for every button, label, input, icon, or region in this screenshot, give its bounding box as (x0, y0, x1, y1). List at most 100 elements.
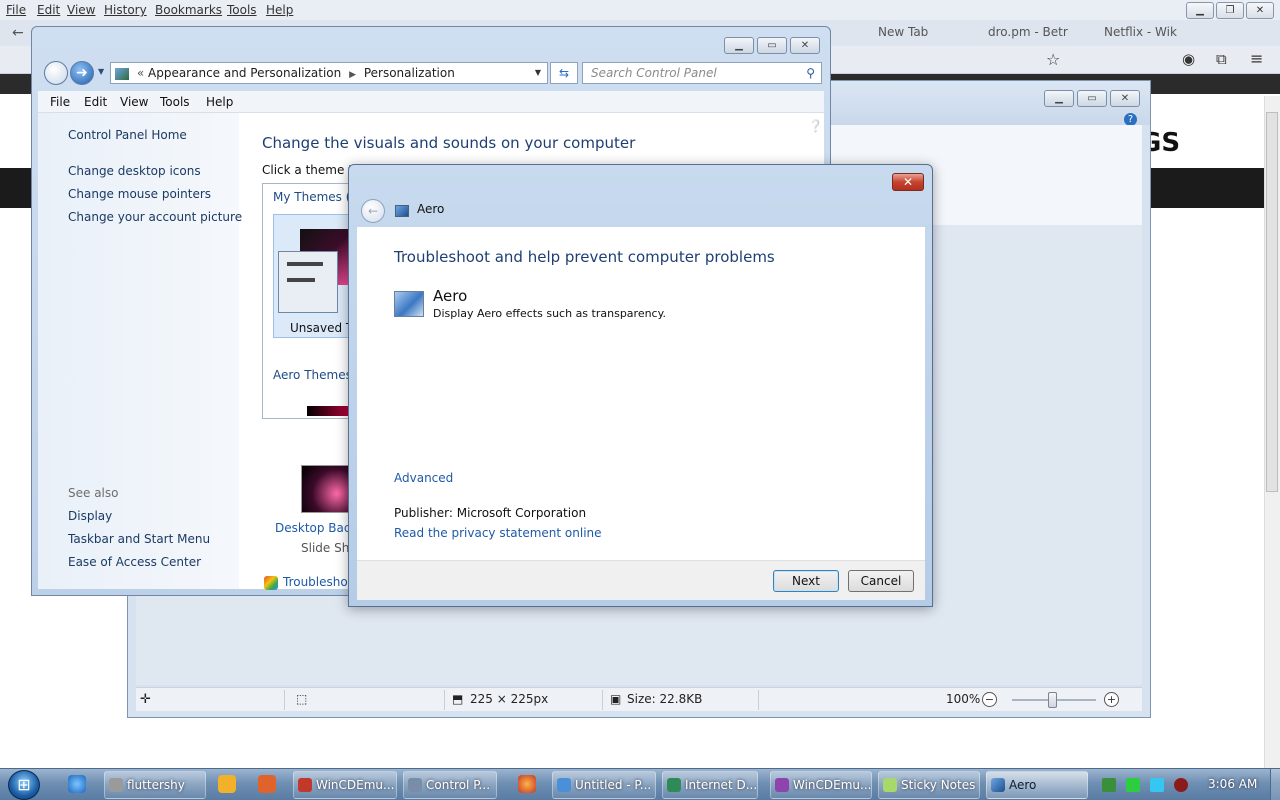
address-dropdown-icon[interactable]: ▼ (535, 63, 541, 83)
zoom-slider-thumb[interactable] (1048, 692, 1057, 708)
close-icon[interactable]: ✕ (892, 173, 924, 191)
ff-menu-view[interactable]: View (67, 3, 95, 17)
privacy-statement-link[interactable]: Read the privacy statement online (394, 526, 602, 540)
left-arrow-icon[interactable]: ← (12, 25, 24, 41)
ease-of-access-link[interactable]: Ease of Access Center (68, 555, 201, 569)
taskbar-item-wincdemu-2[interactable]: WinCDEmu... (770, 771, 872, 799)
ff-menu-bookmarks[interactable]: Bookmarks (155, 3, 222, 17)
advanced-link[interactable]: Advanced (394, 471, 453, 485)
cp-menu-tools[interactable]: Tools (160, 95, 190, 109)
taskbar-item-control-panel[interactable]: Control P... (403, 771, 497, 799)
aero-icon (394, 291, 424, 317)
taskbar-item-aero[interactable]: Aero (986, 771, 1088, 799)
minimize-icon[interactable]: ▁ (724, 37, 754, 54)
dialog-header: ← Aero (357, 197, 925, 227)
minimize-icon[interactable]: ▁ (1044, 90, 1074, 107)
menu-icon[interactable]: ≡ (1250, 49, 1263, 68)
maximize-icon[interactable]: ▭ (757, 37, 787, 54)
zoom-in-icon[interactable]: + (1104, 692, 1119, 707)
aero-theme-preview[interactable] (307, 406, 353, 416)
minimize-icon[interactable]: ▁ (1186, 2, 1214, 19)
cp-menu-edit[interactable]: Edit (84, 95, 107, 109)
maximize-icon[interactable]: ▭ (1077, 90, 1107, 107)
taskbar-item-wincdemu[interactable]: WinCDEmu... (293, 771, 397, 799)
scrollbar-thumb[interactable] (1266, 112, 1278, 492)
app-icon (667, 778, 681, 792)
search-placeholder: Search Control Panel (591, 66, 717, 80)
taskbar-start-menu-link[interactable]: Taskbar and Start Menu (68, 532, 210, 546)
restore-icon[interactable]: ❐ (1216, 2, 1244, 19)
cancel-button[interactable]: Cancel (848, 570, 914, 592)
network-icon[interactable] (1102, 778, 1116, 792)
address-bar[interactable]: « Appearance and Personalization ▶ Perso… (110, 62, 548, 84)
taskbar-label: fluttershy (127, 778, 185, 792)
dimensions-icon: ⬒ (452, 692, 464, 706)
breadcrumb-appearance[interactable]: Appearance and Personalization (148, 66, 341, 80)
firefox-icon[interactable] (518, 775, 536, 793)
ff-tab-netflix[interactable]: Netflix - Wik (1104, 25, 1177, 39)
next-button[interactable]: Next (773, 570, 839, 592)
troubleshooter-name: Aero (433, 287, 468, 305)
ff-menu-tools[interactable]: Tools (227, 3, 257, 17)
ff-menu-edit[interactable]: Edit (37, 3, 60, 17)
change-account-picture-link[interactable]: Change your account picture (68, 210, 242, 224)
ff-menu-file[interactable]: File (6, 3, 26, 17)
start-button[interactable]: ⊞ (8, 770, 40, 800)
ff-tab-dro[interactable]: dro.pm - Betr (988, 25, 1068, 39)
selection-icon: ⬚ (296, 692, 308, 706)
refresh-button[interactable]: ⇆ (550, 62, 578, 84)
breadcrumb-arrow-icon[interactable]: ▶ (349, 70, 356, 80)
ff-menu-history[interactable]: History (104, 3, 147, 17)
zoom-out-icon[interactable]: − (982, 692, 997, 707)
taskbar-item-fluttershy[interactable]: fluttershy (104, 771, 206, 799)
close-icon[interactable]: ✕ (1110, 90, 1140, 107)
search-icon[interactable]: ⚲ (806, 63, 815, 83)
account-icon[interactable]: ◉ (1182, 50, 1195, 68)
media-player-icon[interactable] (218, 775, 236, 793)
change-desktop-icons-link[interactable]: Change desktop icons (68, 164, 201, 178)
viewer-statusbar: ✛ ⬚ ⬒ 225 × 225px ▣ Size: 22.8KB 100% − … (136, 687, 1142, 711)
taskbar-label: Sticky Notes (901, 778, 976, 792)
ff-menu-help[interactable]: Help (266, 3, 293, 17)
themes-list[interactable]: My Themes (1 Unsaved T Aero Themes ( (262, 183, 360, 419)
cp-menu-view[interactable]: View (120, 95, 148, 109)
breadcrumb-chevron-icon: « (136, 66, 145, 80)
paint-icon[interactable] (258, 775, 276, 793)
bookmark-star-icon[interactable]: ☆ (1046, 50, 1060, 69)
extensions-icon[interactable]: ⧉ (1216, 50, 1227, 68)
cp-menu-help[interactable]: Help (206, 95, 233, 109)
taskbar-item-internet-download[interactable]: Internet D... (662, 771, 758, 799)
ff-tab-new-tab[interactable]: New Tab (878, 25, 928, 39)
cp-menu-file[interactable]: File (50, 95, 70, 109)
cp-window-buttons: ▁ ▭ ✕ (724, 37, 820, 54)
breadcrumb-personalization[interactable]: Personalization (364, 66, 455, 80)
aero-troubleshooter-dialog: ✕ ← Aero Troubleshoot and help prevent c… (348, 164, 933, 607)
app-icon (109, 778, 123, 792)
show-desktop-button[interactable] (1270, 769, 1280, 800)
change-mouse-pointers-link[interactable]: Change mouse pointers (68, 187, 211, 201)
internet-explorer-icon[interactable] (68, 775, 86, 793)
forward-button[interactable]: ➜ (70, 61, 94, 85)
control-panel-home-link[interactable]: Control Panel Home (68, 128, 187, 142)
close-icon[interactable]: ✕ (1246, 2, 1274, 19)
volume-icon[interactable] (1174, 778, 1188, 792)
display-link[interactable]: Display (68, 509, 112, 523)
security-icon[interactable] (1126, 778, 1140, 792)
taskbar-item-paint[interactable]: Untitled - P... (552, 771, 656, 799)
app-icon (408, 778, 422, 792)
back-button[interactable] (44, 61, 68, 85)
recent-pages-dropdown-icon[interactable]: ▼ (98, 67, 104, 76)
page-dark-band (1150, 168, 1266, 208)
back-button[interactable]: ← (361, 199, 385, 223)
help-icon[interactable]: ❔ (808, 119, 823, 133)
clock[interactable]: 3:06 AM (1208, 777, 1257, 791)
unsaved-theme-tile[interactable]: Unsaved T (273, 214, 353, 338)
monitor-icon[interactable] (1150, 778, 1164, 792)
see-also-label: See also (68, 486, 119, 500)
search-input[interactable]: Search Control Panel ⚲ (582, 62, 822, 84)
taskbar-item-sticky-notes[interactable]: Sticky Notes (878, 771, 980, 799)
close-icon[interactable]: ✕ (790, 37, 820, 54)
move-icon[interactable]: ✛ (140, 692, 151, 707)
app-icon (298, 778, 312, 792)
unsaved-theme-label: Unsaved T (290, 321, 354, 335)
